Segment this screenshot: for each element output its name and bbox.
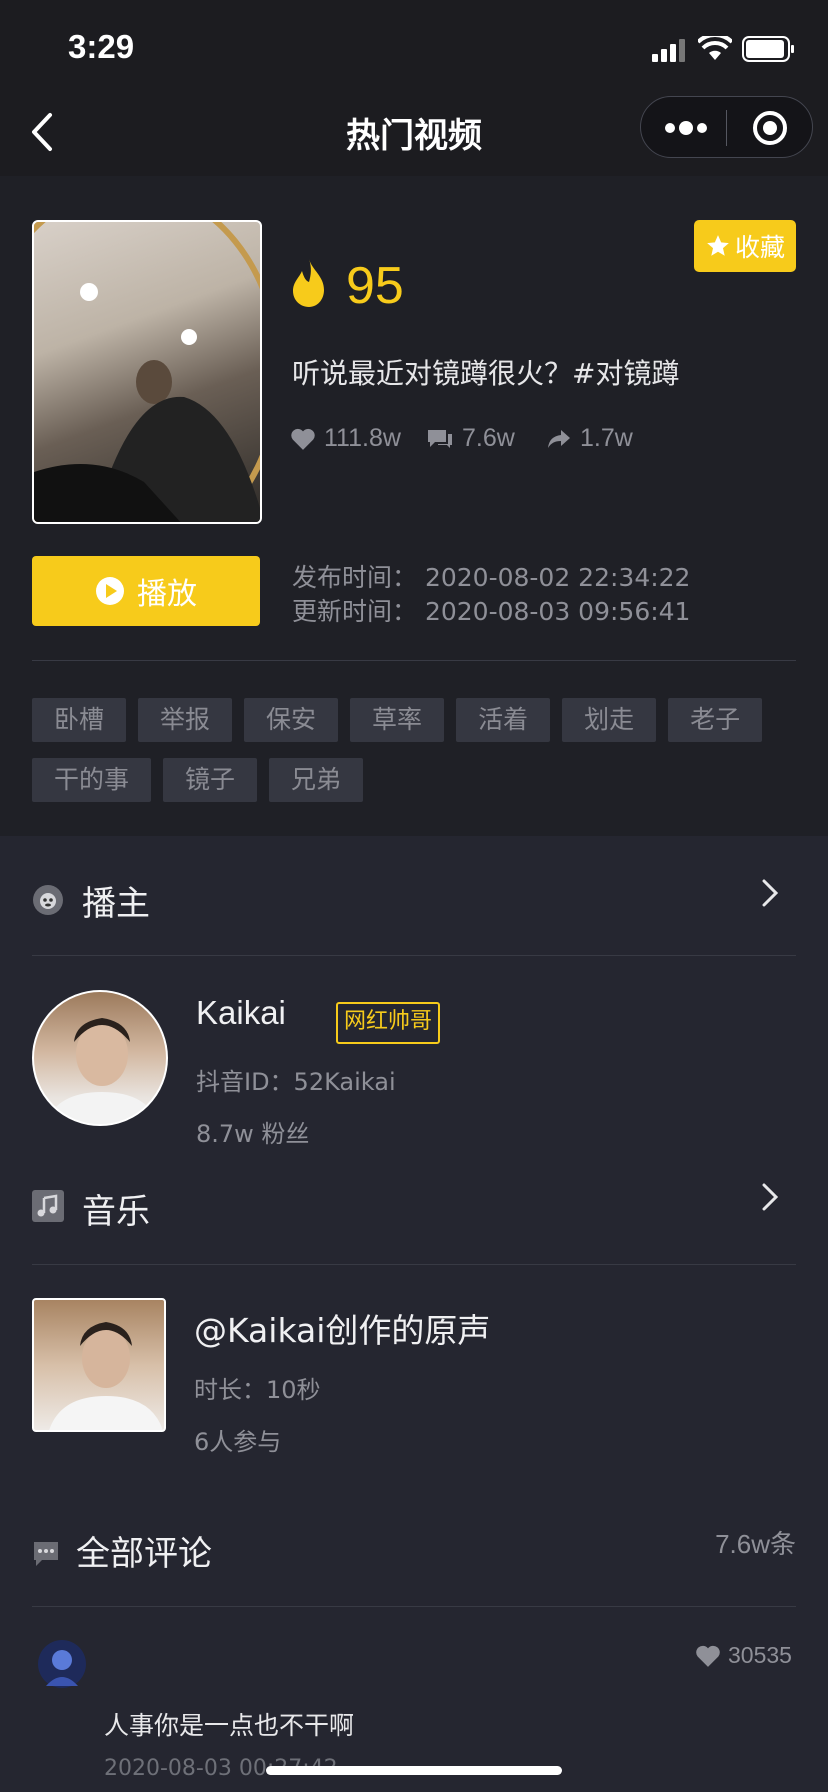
target-icon[interactable] — [752, 110, 788, 146]
tag-item[interactable]: 兄弟 — [269, 758, 364, 802]
host-name: Kaikai — [196, 994, 286, 1031]
star-icon — [707, 235, 729, 256]
more-icon[interactable] — [664, 118, 708, 138]
tag-item[interactable]: 干的事 — [32, 758, 152, 802]
comments-section-header: 全部评论 7.6w条 — [32, 1518, 796, 1578]
play-circle-icon — [96, 577, 124, 605]
heart-icon — [696, 1645, 720, 1667]
tag-list: 卧槽 举报 保安 草率 活着 划走 老子 干的事 镜子 兄弟 — [32, 698, 802, 802]
tag-item[interactable]: 活着 — [456, 698, 551, 742]
music-cover[interactable] — [32, 1298, 166, 1432]
update-time: 更新时间： 2020-08-03 09:56:41 — [292, 597, 691, 626]
like-count: 111.8w — [324, 424, 401, 452]
divider — [32, 955, 796, 956]
like-stat: 111.8w — [290, 424, 401, 453]
host-fans: 8.7w 粉丝 — [196, 1120, 310, 1148]
capsule-divider — [726, 110, 727, 146]
divider — [32, 1264, 796, 1265]
music-note-icon — [32, 1190, 64, 1222]
tag-item[interactable]: 草率 — [350, 698, 445, 742]
comment-item: 30535 人事你是一点也不干啊 2020-08-03 00:27:42 — [0, 1630, 828, 1781]
comment-icon — [428, 429, 452, 448]
heart-icon — [291, 428, 315, 450]
comment-text: 人事你是一点也不干啊 — [104, 1711, 355, 1740]
tag-item[interactable]: 保安 — [244, 698, 339, 742]
chat-icon — [34, 1542, 58, 1566]
favorite-label: 收藏 — [734, 233, 785, 262]
tag-item[interactable]: 镜子 — [163, 758, 258, 802]
publish-time: 发布时间： 2020-08-02 22:34:22 — [292, 563, 691, 592]
divider — [32, 1606, 796, 1607]
commenter-avatar[interactable] — [38, 1640, 86, 1688]
signal-icon — [652, 39, 685, 62]
comment-like[interactable]: 30535 — [694, 1642, 792, 1669]
host-section-title: 播主 — [82, 884, 150, 924]
music-section-header[interactable]: 音乐 — [32, 1176, 796, 1236]
host-avatar[interactable] — [32, 990, 168, 1126]
comment-stat: 7.6w — [426, 424, 515, 453]
comments-section-title: 全部评论 — [76, 1534, 212, 1574]
play-button[interactable]: 播放 — [32, 556, 260, 626]
share-count: 1.7w — [580, 424, 633, 452]
favorite-button[interactable]: 收藏 — [694, 220, 796, 272]
battery-icon — [742, 36, 794, 62]
tag-item[interactable]: 老子 — [668, 698, 763, 742]
flame-icon — [293, 259, 324, 307]
host-douyin-id: 抖音ID：52Kaikai — [196, 1068, 396, 1096]
comments-count: 7.6w条 — [715, 1529, 796, 1559]
music-title: @Kaikai创作的原声 — [194, 1311, 491, 1350]
avatar-art — [45, 1018, 159, 1124]
wifi-icon — [698, 36, 732, 60]
tag-item[interactable]: 举报 — [138, 698, 233, 742]
divider — [32, 660, 796, 661]
host-badge: 网红帅哥 — [336, 1002, 441, 1044]
share-icon — [548, 429, 570, 448]
music-section-title: 音乐 — [82, 1192, 150, 1232]
music-participants: 6人参与 — [194, 1428, 282, 1456]
tag-item[interactable]: 卧槽 — [32, 698, 127, 742]
monkey-icon — [33, 885, 63, 915]
video-thumbnail[interactable] — [32, 220, 262, 524]
chevron-right-icon[interactable] — [760, 878, 780, 908]
tag-item[interactable]: 划走 — [562, 698, 657, 742]
music-cover-art — [49, 1322, 163, 1430]
host-section-header[interactable]: 播主 — [32, 868, 796, 928]
heat-score: 95 — [346, 257, 404, 315]
thumbnail-art — [34, 222, 260, 522]
play-label: 播放 — [137, 577, 197, 612]
status-time: 3:29 — [68, 28, 135, 65]
comment-count: 7.6w — [462, 424, 515, 452]
video-title: 听说最近对镜蹲很火？#对镜蹲 — [292, 357, 680, 390]
chevron-right-icon[interactable] — [760, 1182, 780, 1212]
home-indicator[interactable] — [266, 1766, 562, 1775]
comment-like-count: 30535 — [728, 1642, 792, 1668]
share-stat: 1.7w — [546, 424, 633, 453]
music-duration: 时长：10秒 — [194, 1376, 321, 1404]
